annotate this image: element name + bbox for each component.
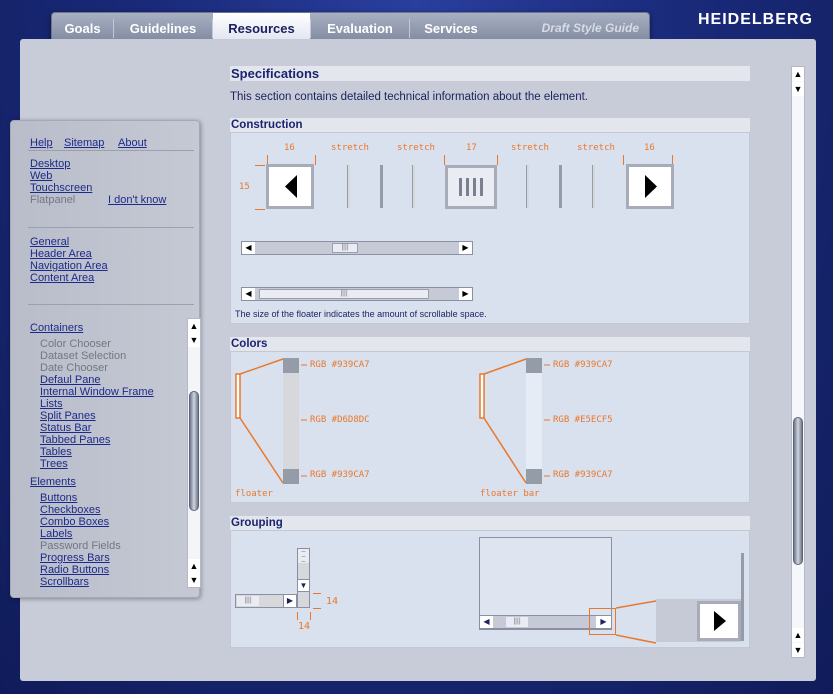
floater-note: The size of the floater indicates the am… [235,309,487,319]
scrollbar-thumb[interactable] [189,391,199,511]
dimension-label: stretch [331,143,369,153]
arrow-left-icon[interactable]: ◀ [242,288,255,300]
sidebar-item-lists[interactable]: Lists [40,398,63,410]
scroll-thumb-grip [445,165,497,209]
scroll-up-icon[interactable]: ▲ [188,559,200,573]
sitemap-link[interactable]: Sitemap [64,137,104,149]
colors-heading: Colors [230,337,750,351]
grouping-heading: Grouping [230,516,750,530]
sidebar-item-dataset-selection: Dataset Selection [40,350,127,362]
construction-heading: Construction [230,118,750,132]
divider [28,227,194,228]
sidebar-heading-elements[interactable]: Elements [30,476,76,488]
arrow-right-icon[interactable]: ▶ [459,242,472,254]
dont-know-link[interactable]: I don't know [108,194,166,206]
sidebar-item-combo-boxes[interactable]: Combo Boxes [40,516,109,528]
floater-bar-caption: floater bar [480,489,540,499]
sidebar: Help Sitemap About Desktop Web Touchscre… [10,120,201,598]
scroll-left-button [266,164,314,209]
color-label: RGB #939CA7 [310,360,370,370]
sidebar-item-touchscreen[interactable]: Touchscreen [30,182,92,194]
sidebar-item-progress-bars[interactable]: Progress Bars [40,552,110,564]
sidebar-item-content-area[interactable]: Content Area [30,272,94,284]
corner-width-label: 14 [326,596,339,607]
scrollbar-thumb[interactable]: |||| [259,289,429,299]
sidebar-item-scrollbars[interactable]: Scrollbars [40,576,89,588]
sidebar-item-desktop[interactable]: Desktop [30,158,70,170]
scroll-up-icon[interactable]: ▲ [792,67,804,81]
sidebar-item-color-chooser: Color Chooser [40,338,111,350]
dimension-label: stretch [511,143,549,153]
sidebar-item-defaul-pane[interactable]: Defaul Pane [40,374,101,386]
sidebar-item-tables[interactable]: Tables [40,446,72,458]
sidebar-item-internal-window-frame[interactable]: Internal Window Frame [40,386,154,398]
intro-text: This section contains detailed technical… [230,91,588,103]
grouping-panel: ‒ ‒ ‒ ▼ |||| ▶ 14 14 ◀ |||| ▶ [230,530,750,648]
sidebar-item-web[interactable]: Web [30,170,52,182]
scroll-down-icon[interactable]: ▼ [792,643,804,657]
color-label: RGB #E5ECF5 [553,415,613,425]
color-label: RGB #D6D8DC [310,415,370,425]
sidebar-item-trees[interactable]: Trees [40,458,68,470]
divider [28,304,194,305]
corner-height-label: 14 [298,621,311,632]
sidebar-item-checkboxes[interactable]: Checkboxes [40,504,101,516]
page-title: Specifications [230,66,750,81]
sidebar-heading-containers[interactable]: Containers [30,322,83,334]
scrollbar-thumb[interactable] [793,417,803,565]
color-label: RGB #939CA7 [553,470,613,480]
sidebar-item-split-panes[interactable]: Split Panes [40,410,96,422]
sidebar-scrollbar[interactable]: ▲ ▼ ▲ ▼ [187,318,201,588]
scroll-down-icon[interactable]: ▼ [188,573,200,587]
divider [28,150,194,151]
sidebar-item-password-fields: Password Fields [40,540,121,552]
floater-caption: floater [235,489,273,499]
main-scrollbar[interactable]: ▲ ▼ ▲ ▼ [791,66,805,658]
scroll-down-icon[interactable]: ▼ [188,333,200,347]
about-link[interactable]: About [118,137,147,149]
help-link[interactable]: Help [30,137,53,149]
scrollbar-thumb[interactable]: |||| [332,243,358,253]
color-label: RGB #939CA7 [553,360,613,370]
arrow-left-icon[interactable]: ◀ [242,242,255,254]
sidebar-item-flatpanel: Flatpanel [30,194,76,206]
sidebar-item-navigation-area[interactable]: Navigation Area [30,260,108,272]
dimension-label: stretch [397,143,435,153]
height-label: 15 [239,182,250,192]
heidelberg-logo: HEIDELBERG [698,11,813,28]
sample-scrollbar-large-thumb[interactable]: ◀ |||| ▶ [241,287,473,301]
dimension-label: 16 [644,143,655,153]
sidebar-item-header-area[interactable]: Header Area [30,248,92,260]
construction-panel: 16 stretch stretch 17 stretch stretch 16… [230,132,750,324]
sample-scrollbar[interactable]: ◀ |||| ▶ [241,241,473,255]
scroll-right-button [626,164,674,209]
sidebar-item-tabbed-panes[interactable]: Tabbed Panes [40,434,110,446]
scroll-down-icon[interactable]: ▼ [792,82,804,96]
sidebar-item-date-chooser: Date Chooser [40,362,108,374]
dimension-label: 17 [466,143,477,153]
scroll-up-icon[interactable]: ▲ [792,628,804,642]
color-label: RGB #939CA7 [310,470,370,480]
sidebar-item-general[interactable]: General [30,236,69,248]
sidebar-item-labels[interactable]: Labels [40,528,72,540]
scroll-up-icon[interactable]: ▲ [188,319,200,333]
arrow-right-icon[interactable]: ▶ [459,288,472,300]
sidebar-item-radio-buttons[interactable]: Radio Buttons [40,564,109,576]
sidebar-item-buttons[interactable]: Buttons [40,492,77,504]
dimension-label: 16 [284,143,295,153]
sidebar-item-status-bar[interactable]: Status Bar [40,422,91,434]
colors-panel: RGB #939CA7 RGB #D6D8DC RGB #939CA7 floa… [230,351,750,503]
dimension-label: stretch [577,143,615,153]
